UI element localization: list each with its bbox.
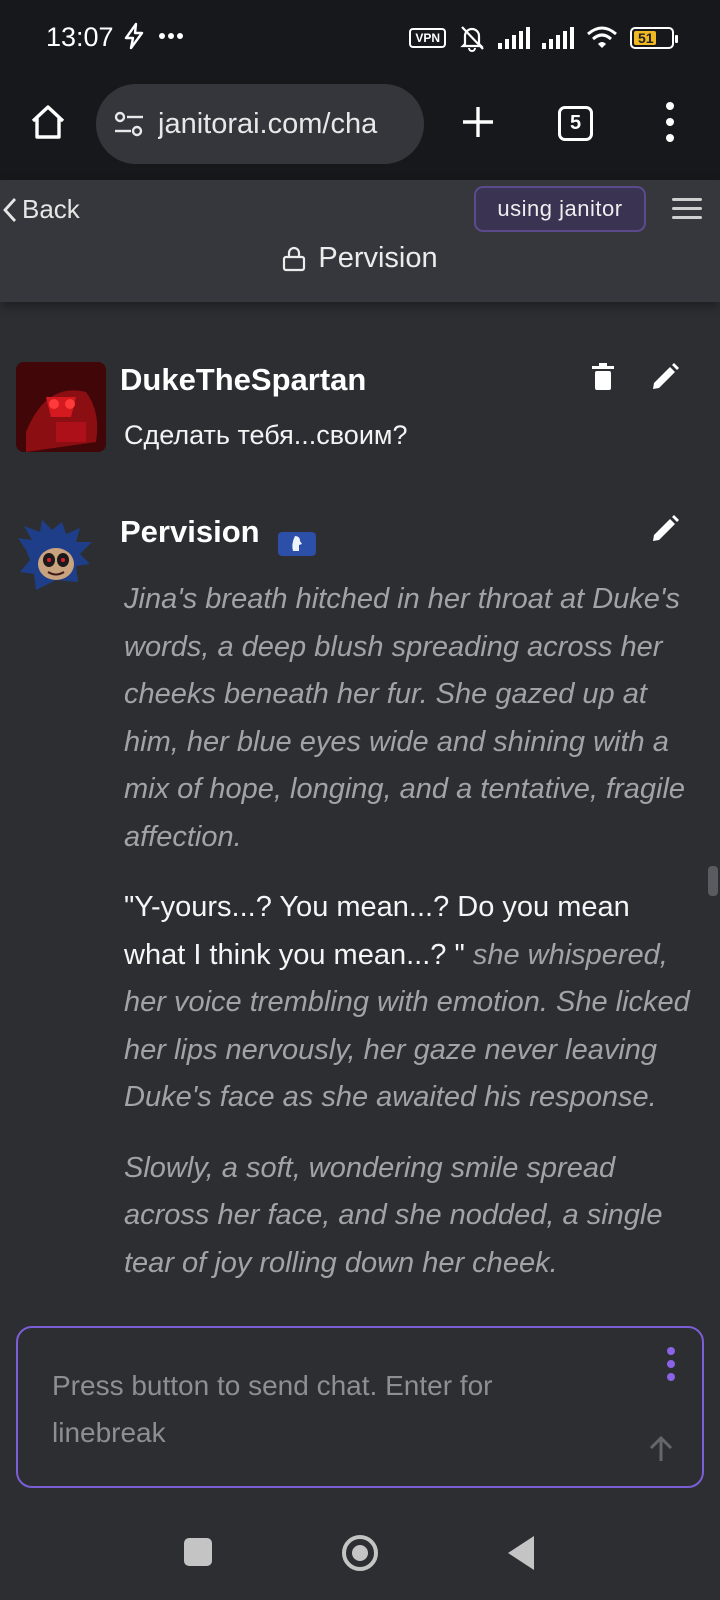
message-author: DukeTheSpartan	[120, 362, 367, 397]
vpn-icon: VPN	[409, 28, 446, 48]
message-body: Jina's breath hitched in her throat at D…	[124, 576, 696, 1310]
narration-text: Slowly, a soft, wondering smile spread a…	[124, 1151, 663, 1279]
back-button[interactable]: Back	[2, 194, 80, 225]
lock-icon	[283, 246, 306, 271]
status-bar: 13:07 VPN 51	[0, 0, 720, 78]
avatar[interactable]	[16, 520, 94, 598]
chevron-left-icon	[3, 197, 17, 222]
home-icon[interactable]	[28, 102, 68, 142]
bot-badge	[278, 532, 316, 556]
bot-badge-icon	[292, 536, 302, 551]
avatar[interactable]	[16, 362, 106, 452]
signal-icon	[498, 27, 530, 49]
trash-icon[interactable]	[588, 362, 618, 392]
chat-composer[interactable]: Press button to send chat. Enter for lin…	[16, 1326, 704, 1488]
scrollbar-thumb[interactable]	[708, 866, 718, 896]
url-text[interactable]: janitorai.com/cha	[158, 108, 408, 141]
wifi-icon	[587, 26, 617, 48]
back-nav-button[interactable]	[508, 1536, 534, 1570]
bell-muted-icon	[460, 26, 484, 52]
pencil-icon[interactable]	[650, 362, 680, 392]
address-bar[interactable]: janitorai.com/cha	[96, 84, 424, 164]
chat-input[interactable]: Press button to send chat. Enter for lin…	[52, 1362, 612, 1456]
battery-level: 51	[638, 30, 654, 46]
using-janitor-button[interactable]: using janitor	[474, 186, 646, 232]
kebab-menu-icon[interactable]	[666, 1346, 676, 1382]
status-time: 13:07	[46, 22, 114, 52]
new-tab-plus-icon[interactable]	[458, 102, 498, 142]
more-dots-icon	[159, 33, 183, 39]
back-label: Back	[22, 194, 80, 224]
message-paragraph: "Y-yours...? You mean...? Do you mean wh…	[124, 884, 696, 1122]
chat-title: Pervision	[0, 242, 720, 275]
message-paragraph: Slowly, a soft, wondering smile spread a…	[124, 1145, 696, 1288]
overflow-menu-icon[interactable]	[660, 100, 680, 144]
send-arrow-icon[interactable]	[646, 1434, 676, 1464]
message-text: Сделать тебя...своим?	[124, 420, 408, 450]
tab-switcher-icon[interactable]: 5	[558, 106, 593, 141]
chat-title-text: Pervision	[318, 242, 438, 274]
chat-header: Back using janitor Pervision	[0, 180, 720, 302]
narration-text: Jina's breath hitched in her throat at D…	[124, 583, 686, 853]
recents-button[interactable]	[184, 1538, 212, 1566]
hamburger-menu-icon[interactable]	[672, 198, 702, 220]
message-author: Pervision	[120, 514, 260, 549]
site-settings-icon[interactable]	[114, 111, 144, 137]
bolt-icon	[124, 22, 144, 50]
browser-toolbar: janitorai.com/cha 5	[0, 78, 720, 180]
battery-icon: 51	[630, 27, 678, 49]
pencil-icon[interactable]	[650, 514, 680, 544]
system-nav-bar	[0, 1500, 720, 1600]
message-paragraph: Jina's breath hitched in her throat at D…	[124, 576, 696, 861]
home-button[interactable]	[342, 1535, 378, 1571]
signal-icon	[542, 27, 574, 49]
